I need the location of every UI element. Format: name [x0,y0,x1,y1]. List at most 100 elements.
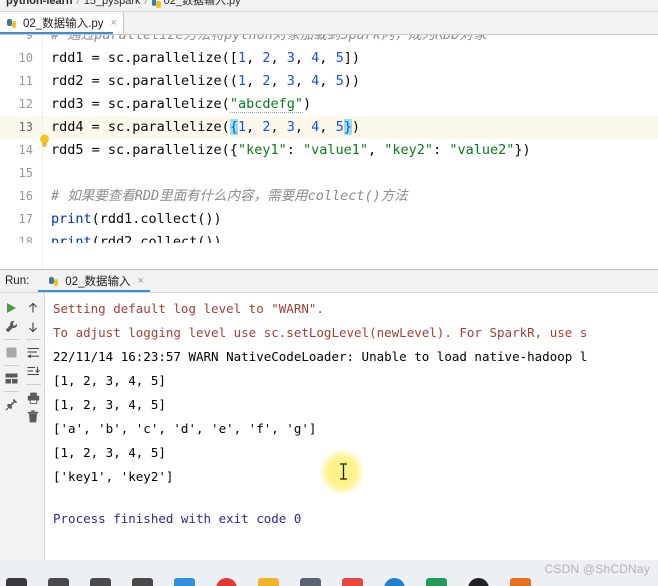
code-text: , [270,119,287,135]
code-number: 1 [237,50,247,66]
close-icon[interactable]: × [137,275,143,287]
console-line: To adjust logging level use sc.setLogLev… [53,325,588,340]
breadcrumb-item-folder[interactable]: 15_pyspark [84,0,141,7]
toolbar-divider [3,339,19,340]
console-line: ['a', 'b', 'c', 'd', 'e', 'f', 'g'] [53,421,317,436]
arrow-up-icon [29,302,37,312]
taskbar-icon-orange[interactable] [510,578,531,586]
toolbar-divider [3,391,19,392]
trash-icon [27,410,39,423]
layout-settings-button[interactable] [2,369,20,388]
next-occurrence-button[interactable] [24,317,42,336]
code-number: 3 [286,73,295,89]
code-line[interactable]: rdd4 = sc.parallelize({1, 2, 3, 4, 5}) [43,116,658,139]
taskbar-icon-edge[interactable] [384,578,405,586]
pin-tab-button[interactable] [2,395,20,414]
code-number: 5 [335,119,344,135]
code-line[interactable]: rdd2 = sc.parallelize((1, 2, 3, 4, 5)) [43,70,658,93]
play-icon [7,302,16,313]
code-line[interactable]: rdd1 = sc.parallelize([1, 2, 3, 4, 5]) [43,47,658,70]
watermark: CSDN @ShCDNay [544,562,650,576]
taskbar-icon-window[interactable] [300,578,321,586]
editor-tab-label: 02_数据输入.py [23,18,104,30]
code-text: : [433,142,450,158]
code-brace-match: { [229,119,238,135]
code-line[interactable]: # 如果要查看RDD里面有什么内容，需要用collect()方法 [43,185,658,208]
scroll-end-icon [27,366,40,375]
breadcrumb-item-project[interactable]: python-learn [6,0,73,7]
python-file-icon [151,0,161,8]
code-text: (rdd2.collect()) [91,234,222,243]
code-line[interactable]: rdd3 = sc.parallelize("abcdefg") [43,93,658,116]
code-string: "abcdefg" [229,96,303,113]
code-text: ]) [343,50,360,66]
scroll-to-end-button[interactable] [24,362,42,381]
code-line[interactable]: print(rdd1.collect()) [43,208,658,231]
line-number: 10 [18,51,33,65]
taskbar-icon-row [0,578,531,586]
line-number: 13 [0,116,42,139]
code-line-text: print(rdd2.collect()) [43,231,658,243]
edit-configurations-button[interactable] [2,317,20,336]
code-comment: # 如果要查看RDD里面有什么内容，需要用collect()方法 [51,188,408,204]
code-text: }) [514,142,531,158]
taskbar-icon-cortana[interactable] [90,578,111,586]
taskbar-icon-taskview[interactable] [132,578,153,586]
taskbar-icon-search[interactable] [48,578,69,586]
taskbar-icon-start[interactable] [6,578,27,586]
code-text: (rdd1.collect()) [91,211,222,227]
taskbar-icon-office[interactable] [342,578,363,586]
code-text: ) [351,119,360,135]
code-text: , [368,142,385,158]
run-tab-02-shujushuru[interactable]: 02_数据输入 × [45,273,148,289]
lightbulb-icon[interactable] [39,134,50,148]
code-keyword: print [51,211,92,227]
run-window-body: Setting default log level to "WARN". To a… [0,293,658,562]
code-text: , [246,50,263,66]
code-text: , [319,73,336,89]
previous-occurrence-button[interactable] [24,298,42,317]
rerun-button[interactable] [2,298,20,317]
wrench-icon [5,320,17,332]
layout-icon [5,373,17,384]
code-text: , [246,73,263,89]
line-number: 15 [18,166,33,180]
close-icon[interactable]: × [111,17,117,29]
soft-wrap-button[interactable] [24,343,42,362]
code-text: rdd2 = sc.parallelize(( [51,73,238,89]
code-line[interactable] [43,162,658,185]
taskbar-icon-folder[interactable] [258,578,279,586]
editor-tab-02-shujushuru[interactable]: 02_数据输入.py × [0,12,124,34]
taskbar-icon-disc[interactable] [468,578,489,586]
clear-all-button[interactable] [24,407,42,426]
line-number: 11 [18,74,33,88]
code-text: : [286,142,303,158]
line-number: 9 [25,35,33,42]
active-tab-indicator [0,32,113,34]
line-number: 16 [18,189,33,203]
code-editor[interactable]: 9 10 11 12 13 14 15 16 17 18 # 通过paralle… [0,35,658,269]
console-output[interactable]: Setting default log level to "WARN". To a… [45,293,658,562]
code-brace-match: } [343,119,352,135]
toolbar-divider [3,365,19,366]
code-line[interactable]: rdd5 = sc.parallelize({"key1": "value1",… [43,139,658,162]
editor-scrollbar[interactable] [649,35,658,269]
code-text-area[interactable]: # 通过parallelize方法将python对象加载到Spark内，成为RD… [43,35,658,269]
taskbar-icon-excel[interactable] [426,578,447,586]
active-run-tab-indicator [38,290,150,292]
breadcrumb-item-file[interactable]: 02_数据输入.py [164,0,241,7]
code-keyword: print [51,234,92,243]
taskbar-icon-chrome[interactable] [216,578,237,586]
code-line-clipped-bottom: print(rdd2.collect()) [43,231,658,243]
run-tab-label: 02_数据输入 [65,276,131,288]
code-number: 3 [286,50,295,66]
code-text: rdd4 = sc.parallelize( [51,119,230,135]
line-number: 18 [18,235,33,243]
print-button[interactable] [24,388,42,407]
taskbar-icon-explorer-blue[interactable] [174,578,195,586]
stop-button[interactable] [2,343,20,362]
code-text: , [319,119,336,135]
editor-gutter[interactable]: 9 10 11 12 13 14 15 16 17 18 [0,35,43,269]
run-window-header: Run: 02_数据输入 × [0,270,658,293]
python-file-icon [49,276,59,286]
